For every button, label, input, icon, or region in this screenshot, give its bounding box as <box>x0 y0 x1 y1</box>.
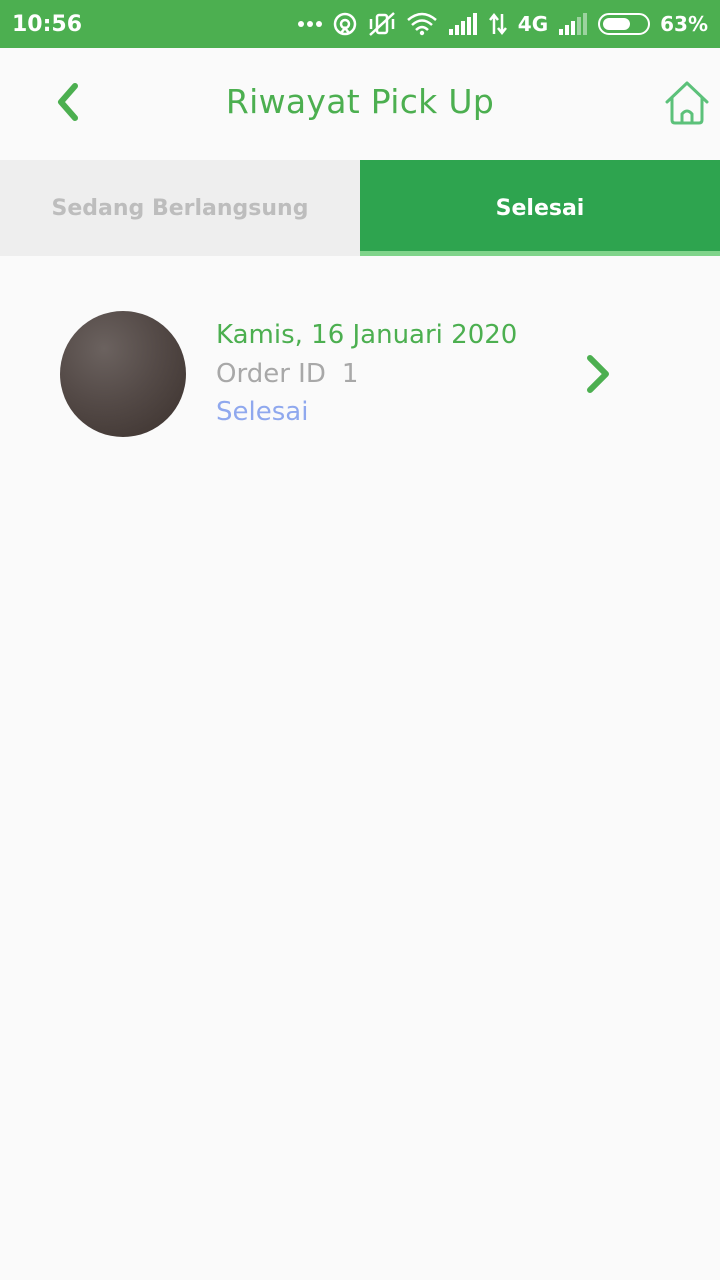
tab-label: Selesai <box>495 195 585 221</box>
order-date: Kamis, 16 Januari 2020 <box>216 320 518 350</box>
battery-fill <box>603 18 630 30</box>
status-time: 10:56 <box>12 11 83 37</box>
wifi-icon <box>406 12 438 36</box>
tab-indicator <box>360 251 720 256</box>
chevron-right-icon[interactable] <box>582 354 614 394</box>
signal-icon <box>448 13 478 35</box>
page-title: Riwayat Pick Up <box>225 82 495 121</box>
tab-sedang-berlangsung[interactable]: Sedang Berlangsung <box>0 160 360 256</box>
tab-bar: Sedang Berlangsung Selesai <box>0 160 720 256</box>
data-arrows-icon <box>488 12 508 36</box>
sync-icon <box>332 11 358 37</box>
avatar <box>60 311 186 437</box>
tab-label: Sedang Berlangsung <box>51 195 309 221</box>
order-id-label: Order ID <box>216 359 326 389</box>
status-icons: 4G 63% <box>297 11 708 37</box>
home-icon <box>662 81 712 132</box>
tab-selesai[interactable]: Selesai <box>360 160 720 256</box>
order-id-value: 1 <box>341 359 359 389</box>
battery-icon <box>598 13 651 35</box>
app-bar: Riwayat Pick Up <box>0 48 720 160</box>
more-dots-icon <box>297 20 322 28</box>
vibrate-off-icon <box>368 11 396 37</box>
home-button[interactable] <box>662 78 712 128</box>
order-id-row: Order ID 1 <box>216 359 358 389</box>
network-type: 4G <box>517 12 549 36</box>
battery-percent: 63% <box>660 12 708 36</box>
list-item[interactable]: Kamis, 16 Januari 2020 Order ID 1 Selesa… <box>0 300 720 450</box>
status-badge: Selesai <box>216 397 309 427</box>
status-bar: 10:56 4G 63% <box>0 0 720 48</box>
signal-icon-2 <box>558 13 588 35</box>
